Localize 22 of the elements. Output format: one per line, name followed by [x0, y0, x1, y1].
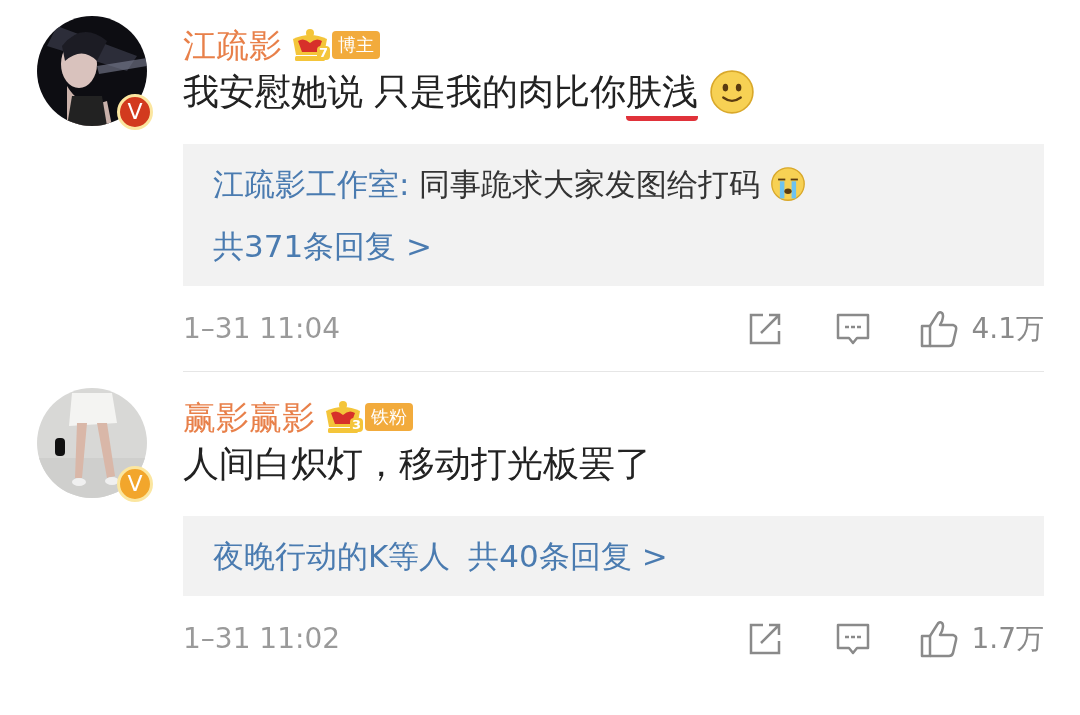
user-tag: 博主 [332, 31, 380, 59]
timestamp: 1–31 11:04 [183, 314, 342, 343]
more-replies-link[interactable]: 共371条回复 > [213, 230, 432, 262]
timestamp: 1–31 11:02 [183, 625, 342, 653]
replies-panel[interactable]: 江疏影工作室: 同事跪求大家发图给打码 共371条回复 > [183, 144, 1044, 286]
thumbs-up-icon[interactable] [919, 308, 960, 349]
comment-text: 人间白炽灯，移动打光板罢了 [183, 446, 651, 486]
more-replies-link[interactable]: 共40条回复 > [468, 540, 668, 572]
verified-badge: V [117, 94, 153, 130]
replies-panel[interactable]: 夜晚行动的K等人 共40条回复 > [183, 516, 1044, 596]
like-count: 4.1万 [971, 314, 1044, 343]
username[interactable]: 赢影赢影 [183, 400, 315, 434]
like-count: 1.7万 [971, 625, 1044, 653]
verified-badge: V [117, 466, 153, 502]
username[interactable]: 江疏影 [183, 28, 282, 62]
user-tag: 铁粉 [365, 403, 413, 431]
comment-text: 我安慰她说 只是我的肉比你肤浅 [183, 74, 699, 121]
thumbs-up-icon[interactable] [919, 619, 960, 659]
repliers-text: 夜晚行动的K等人 [213, 540, 451, 572]
comment-icon[interactable] [835, 621, 872, 657]
crown-icon [323, 399, 363, 435]
reply-text: 江疏影工作室: 同事跪求大家发图给打码 [213, 168, 761, 200]
